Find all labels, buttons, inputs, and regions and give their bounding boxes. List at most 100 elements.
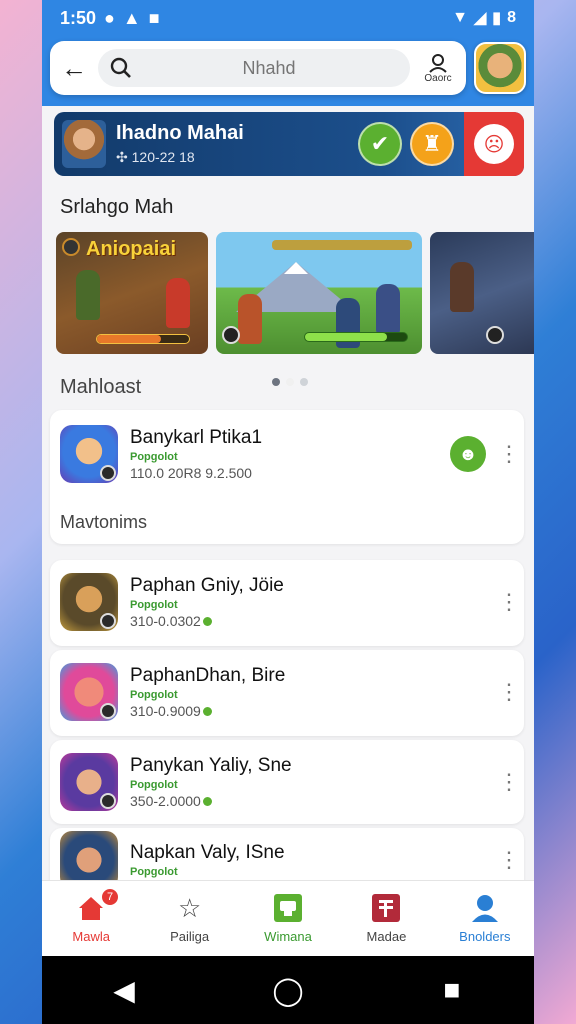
banner-title: Ihadno Mahai bbox=[116, 122, 244, 144]
app-category: Popgolot bbox=[130, 689, 178, 701]
promo-banner[interactable]: Ihadno Mahai ✣ 120-22 18 ✔ ♜ ☹ bbox=[54, 112, 524, 176]
nav-profile[interactable]: Bnolders bbox=[436, 881, 534, 956]
verified-icon bbox=[202, 706, 212, 716]
menu-icon bbox=[62, 238, 80, 256]
more-section-title: Mavtonims bbox=[60, 512, 148, 532]
nav-games[interactable]: Wimana bbox=[239, 881, 337, 956]
bottom-navigation: 7 Mawla ☆ Pailiga Wimana Madae Bnolders bbox=[42, 880, 534, 956]
app-list-item[interactable]: PaphanDhan, Bire Popgolot 310-0.9009 ⋮ bbox=[50, 650, 524, 736]
carousel-dot[interactable] bbox=[286, 378, 294, 386]
status-time: 1:50 bbox=[60, 7, 97, 28]
search-row: ← Oaorc bbox=[50, 40, 526, 96]
pause-icon bbox=[222, 326, 240, 344]
app-name: PaphanDhan, Bire bbox=[130, 665, 286, 686]
banner-tail: ☹ bbox=[464, 112, 524, 176]
screenshot-3[interactable] bbox=[430, 232, 534, 354]
featured-card: Banykarl Ptika1 Popgolot 110.0 20R8 9.2.… bbox=[50, 410, 524, 544]
featured-app-row[interactable]: Banykarl Ptika1 Popgolot 110.0 20R8 9.2.… bbox=[50, 410, 524, 498]
account-button[interactable]: Oaorc bbox=[420, 53, 456, 84]
mascot-icon[interactable]: ☹ bbox=[474, 124, 514, 164]
notification-badge: 7 bbox=[100, 887, 120, 907]
trophy-icon[interactable]: ♜ bbox=[410, 122, 454, 166]
platform-icon bbox=[100, 703, 116, 719]
battery-level: 8 bbox=[507, 9, 516, 26]
enemy-figure bbox=[376, 284, 400, 334]
app-meta: 110.0 20R8 9.2.500 bbox=[130, 465, 252, 481]
nav-label: Bnolders bbox=[459, 929, 511, 944]
app-category: Popgolot bbox=[130, 779, 178, 791]
app-icon bbox=[60, 753, 118, 811]
app-name: Paphan Gniy, Jöie bbox=[130, 575, 284, 596]
account-label: Oaorc bbox=[424, 72, 452, 84]
featured-title: Mahloast bbox=[60, 376, 142, 398]
more-options-icon[interactable]: ⋮ bbox=[498, 849, 520, 871]
alert-icon: ▲ bbox=[122, 7, 141, 28]
character-figure bbox=[450, 262, 474, 312]
aim-icon bbox=[486, 326, 504, 344]
search-card: ← Oaorc bbox=[50, 41, 466, 95]
score-strip bbox=[272, 240, 412, 250]
app-icon bbox=[60, 663, 118, 721]
nav-favorites[interactable]: ☆ Pailiga bbox=[140, 881, 238, 956]
back-icon[interactable]: ◀ bbox=[104, 974, 144, 1007]
screenshots-title: Srlahgo Mah bbox=[60, 196, 174, 218]
more-options-icon[interactable]: ⋮ bbox=[498, 443, 520, 465]
games-icon bbox=[273, 893, 303, 923]
more-options-icon[interactable]: ⋮ bbox=[498, 591, 520, 613]
shield-icon[interactable]: ✔ bbox=[358, 122, 402, 166]
message-icon: ■ bbox=[148, 7, 160, 28]
library-icon bbox=[371, 893, 401, 923]
platform-icon bbox=[100, 793, 116, 809]
search-input[interactable] bbox=[140, 57, 398, 79]
app-list-item[interactable]: Paphan Gniy, Jöie Popgolot 310-0.0302 ⋮ bbox=[50, 560, 524, 646]
screenshot-1[interactable]: Aniopaiai bbox=[56, 232, 208, 354]
controller-icon: ✣ bbox=[116, 149, 132, 165]
carousel-dot[interactable] bbox=[300, 378, 308, 386]
profile-icon bbox=[470, 893, 500, 923]
nav-label: Wimana bbox=[264, 929, 312, 944]
system-navigation: ◀ ◯ ■ bbox=[42, 956, 534, 1024]
screenshot-2[interactable] bbox=[216, 232, 422, 354]
app-name: Panykan Yaliy, Sne bbox=[130, 755, 292, 776]
verified-icon bbox=[202, 616, 212, 626]
app-icon bbox=[60, 425, 118, 483]
screenshot-carousel[interactable]: Aniopaiai bbox=[56, 232, 534, 354]
nav-label: Pailiga bbox=[170, 929, 210, 944]
recents-icon[interactable]: ■ bbox=[432, 974, 472, 1006]
download-icon[interactable]: ☻ bbox=[450, 436, 486, 472]
phone-screen: 1:50 ● ▲ ■ ▼ ◢ ▮ 8 ← Nhahd Oaorc Ihadno … bbox=[42, 0, 534, 1024]
more-options-icon[interactable]: ⋮ bbox=[498, 771, 520, 793]
app-name: Napkan Valy, ISne bbox=[130, 842, 285, 863]
platform-icon bbox=[100, 465, 116, 481]
carousel-dots bbox=[272, 378, 308, 386]
enemy-figure bbox=[166, 278, 190, 328]
character-figure bbox=[238, 294, 262, 344]
nav-library[interactable]: Madae bbox=[337, 881, 435, 956]
star-icon: ☆ bbox=[177, 892, 202, 923]
banner-subtitle: 120-22 18 bbox=[131, 149, 195, 165]
snow-cap bbox=[284, 262, 308, 274]
platform-icon bbox=[100, 613, 116, 629]
nav-home[interactable]: 7 Mawla bbox=[42, 881, 140, 956]
more-options-icon[interactable]: ⋮ bbox=[498, 681, 520, 703]
screenshot-1-title: Aniopaiai bbox=[86, 238, 177, 260]
carousel-dot[interactable] bbox=[272, 378, 280, 386]
back-arrow-icon[interactable]: ← bbox=[60, 53, 88, 84]
signal-icon: ◢ bbox=[473, 10, 487, 27]
wifi-icon: ▼ bbox=[452, 9, 468, 26]
user-avatar[interactable] bbox=[474, 42, 526, 94]
nav-label: Madae bbox=[366, 929, 407, 944]
app-meta: 350-2.0000 bbox=[130, 793, 201, 809]
battery-icon: ▮ bbox=[492, 10, 502, 27]
verified-icon bbox=[202, 796, 212, 806]
app-category: Popgolot bbox=[130, 599, 178, 611]
home-circle-icon[interactable]: ◯ bbox=[268, 974, 308, 1007]
app-meta: 310-0.0302 bbox=[130, 613, 201, 629]
character-figure bbox=[76, 270, 100, 320]
app-list-item[interactable]: Panykan Yaliy, Sne Popgolot 350-2.0000 ⋮ bbox=[50, 740, 524, 824]
notification-icon: ● bbox=[104, 7, 115, 28]
banner-avatar bbox=[62, 120, 106, 168]
search-box[interactable] bbox=[98, 49, 410, 87]
app-meta: 310-0.9009 bbox=[130, 703, 201, 719]
app-category: Popgolot bbox=[130, 451, 178, 463]
